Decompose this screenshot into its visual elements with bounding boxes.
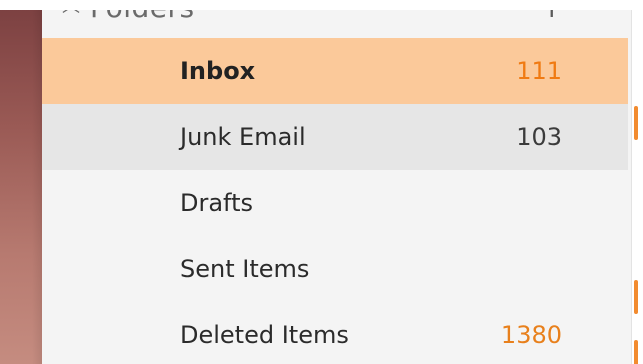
folder-label: Inbox — [180, 57, 256, 85]
folder-item-inbox[interactable]: Inbox 111 — [42, 38, 628, 104]
folder-list: Inbox 111 Junk Email 103 Drafts Sent Ite… — [42, 38, 628, 364]
unread-count: 1380 — [500, 321, 562, 349]
folder-label: Drafts — [180, 189, 253, 217]
top-clip-strip — [0, 0, 643, 10]
background-wallpaper-strip — [0, 0, 42, 364]
folder-label: Junk Email — [180, 123, 306, 151]
item-count: 103 — [516, 123, 562, 151]
folder-label: Sent Items — [180, 255, 310, 283]
folder-item-drafts[interactable]: Drafts — [42, 170, 628, 236]
unread-count: 111 — [516, 57, 562, 85]
mail-app-window: ︿ Folders + Inbox 111 Junk Email 103 Dra… — [0, 0, 643, 364]
unread-accent-mark — [634, 340, 638, 364]
folder-label: Deleted Items — [180, 321, 349, 349]
folder-item-sent-items[interactable]: Sent Items — [42, 236, 628, 302]
folder-item-junk-email[interactable]: Junk Email 103 — [42, 104, 628, 170]
unread-accent-mark — [634, 106, 638, 140]
unread-accent-mark — [634, 280, 638, 314]
folder-item-deleted-items[interactable]: Deleted Items 1380 — [42, 302, 628, 364]
